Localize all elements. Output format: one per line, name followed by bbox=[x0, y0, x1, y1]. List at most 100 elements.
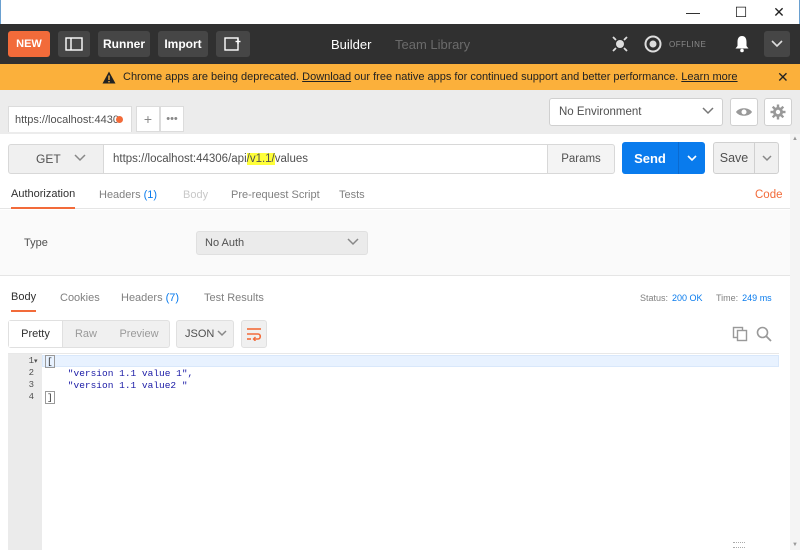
more-tabs-button[interactable]: ••• bbox=[160, 106, 184, 132]
more-icon: ••• bbox=[166, 113, 178, 125]
view-preview-button[interactable]: Preview bbox=[109, 321, 169, 347]
time-label: Time: bbox=[716, 293, 739, 303]
settings-menu-button[interactable] bbox=[764, 31, 790, 57]
runner-button[interactable]: Runner bbox=[98, 31, 150, 57]
tab-pre-request-script-label: Pre-request Script bbox=[231, 189, 320, 201]
line-number: 2 bbox=[28, 368, 34, 378]
notifications-button[interactable] bbox=[729, 31, 755, 57]
tab-team-library[interactable]: Team Library bbox=[395, 24, 470, 64]
learn-more-link[interactable]: Learn more bbox=[681, 71, 737, 83]
line-number: 3 bbox=[28, 380, 34, 390]
tab-tests-label: Tests bbox=[339, 189, 365, 201]
code-line: "version 1.1 value 1", bbox=[45, 368, 194, 379]
new-button-label: NEW bbox=[16, 38, 42, 50]
maximize-button[interactable]: ☐ bbox=[723, 0, 759, 24]
gear-icon bbox=[770, 104, 786, 120]
tab-response-headers-label: Headers bbox=[121, 292, 163, 304]
manage-environments-button[interactable] bbox=[764, 98, 792, 126]
copy-response-button[interactable] bbox=[730, 324, 750, 344]
response-time: Time: 249 ms bbox=[716, 284, 772, 312]
time-value: 249 ms bbox=[742, 293, 772, 303]
close-icon: ✕ bbox=[777, 69, 789, 85]
scroll-up-icon[interactable]: ▲ bbox=[792, 136, 798, 142]
import-button[interactable]: Import bbox=[158, 31, 208, 57]
sync-icon bbox=[644, 35, 662, 53]
sidebar-toggle-button[interactable] bbox=[58, 31, 90, 57]
add-tab-button[interactable]: + bbox=[136, 106, 160, 132]
tab-authorization-label: Authorization bbox=[11, 188, 76, 200]
save-button[interactable]: Save bbox=[713, 142, 755, 174]
url-version-highlight: /v1.1/ bbox=[246, 153, 275, 165]
view-pretty-button[interactable]: Pretty bbox=[9, 321, 63, 347]
runner-button-label: Runner bbox=[103, 37, 145, 51]
format-select[interactable]: JSON bbox=[176, 320, 234, 348]
fold-toggle-icon[interactable]: ▾ bbox=[34, 357, 38, 365]
chevron-down-icon bbox=[347, 238, 359, 246]
environment-quick-look-button[interactable] bbox=[730, 98, 758, 126]
tab-pre-request-script[interactable]: Pre-request Script bbox=[231, 181, 320, 209]
search-icon bbox=[756, 326, 772, 342]
offline-status: OFFLINE bbox=[669, 24, 706, 64]
chevron-down-icon bbox=[771, 40, 783, 48]
request-section-tabs: Authorization Headers (1) Body Pre-reques… bbox=[0, 181, 790, 209]
params-button[interactable]: Params bbox=[547, 144, 615, 174]
app-header: NEW Runner Import Builder Team Library O… bbox=[0, 24, 800, 64]
view-raw-button[interactable]: Raw bbox=[63, 321, 109, 347]
tab-test-results[interactable]: Test Results bbox=[204, 284, 264, 312]
request-builder: GET https://localhost:44306/api/v1.1/val… bbox=[0, 134, 800, 550]
maximize-icon: ☐ bbox=[734, 3, 748, 20]
sync-button[interactable] bbox=[640, 31, 666, 57]
tab-builder-label: Builder bbox=[331, 36, 372, 52]
new-button[interactable]: NEW bbox=[8, 31, 50, 57]
tab-authorization[interactable]: Authorization bbox=[11, 181, 76, 209]
response-body-editor[interactable]: 1 ▾ 2 3 4 [ "version 1.1 value 1", "vers… bbox=[8, 353, 779, 550]
window-titlebar: — ☐ ✕ bbox=[0, 0, 800, 24]
banner-text-start: Chrome apps are being deprecated. bbox=[123, 71, 303, 83]
banner-close-button[interactable]: ✕ bbox=[777, 69, 789, 86]
tab-response-body[interactable]: Body bbox=[11, 284, 37, 312]
interceptor-button[interactable] bbox=[607, 31, 633, 57]
auth-type-select[interactable]: No Auth bbox=[196, 231, 368, 255]
banner-message: Chrome apps are being deprecated. Downlo… bbox=[123, 71, 738, 83]
tab-builder[interactable]: Builder bbox=[331, 24, 371, 64]
code-line: [ bbox=[45, 355, 55, 368]
view-mode-group: Pretty Raw Preview bbox=[8, 320, 170, 348]
environment-select[interactable]: No Environment bbox=[549, 98, 723, 126]
tab-body[interactable]: Body bbox=[183, 181, 208, 209]
environment-select-value: No Environment bbox=[559, 106, 642, 118]
tab-cookies[interactable]: Cookies bbox=[60, 284, 100, 312]
headers-count: (1) bbox=[143, 189, 158, 201]
auth-type-label: Type bbox=[24, 237, 48, 249]
send-button[interactable]: Send bbox=[622, 142, 678, 174]
search-response-button[interactable] bbox=[754, 324, 774, 344]
tab-response-headers[interactable]: Headers (7) bbox=[121, 284, 179, 312]
deprecation-banner: Chrome apps are being deprecated. Downlo… bbox=[0, 64, 800, 90]
params-label: Params bbox=[561, 153, 601, 165]
vertical-scrollbar[interactable]: ▲ ▼ bbox=[790, 134, 800, 550]
view-preview-label: Preview bbox=[119, 328, 159, 340]
wrap-lines-button[interactable] bbox=[241, 320, 267, 348]
interceptor-icon bbox=[612, 36, 628, 52]
minimize-button[interactable]: — bbox=[675, 0, 711, 24]
eye-icon bbox=[736, 108, 752, 116]
method-select[interactable]: GET bbox=[8, 144, 104, 174]
download-link[interactable]: Download bbox=[302, 71, 351, 83]
url-input[interactable]: https://localhost:44306/api/v1.1/values bbox=[104, 144, 548, 174]
tab-cookies-label: Cookies bbox=[60, 292, 100, 304]
chevron-down-icon bbox=[74, 154, 86, 162]
pane-resize-handle[interactable] bbox=[733, 542, 745, 548]
close-window-button[interactable]: ✕ bbox=[761, 0, 797, 24]
save-options-button[interactable] bbox=[754, 142, 779, 174]
tab-headers[interactable]: Headers (1) bbox=[99, 181, 157, 209]
send-options-button[interactable] bbox=[678, 142, 705, 174]
scroll-down-icon[interactable]: ▼ bbox=[792, 542, 798, 548]
auth-type-value: No Auth bbox=[205, 237, 245, 249]
tab-tests[interactable]: Tests bbox=[339, 181, 365, 209]
new-window-button[interactable] bbox=[216, 31, 250, 57]
response-status: Status: 200 OK bbox=[640, 284, 703, 312]
method-value: GET bbox=[36, 152, 61, 166]
code-line: ] bbox=[45, 391, 55, 404]
code-link[interactable]: Code bbox=[755, 181, 783, 209]
request-tab[interactable]: https://localhost:4430 bbox=[8, 106, 132, 132]
code-link-label: Code bbox=[755, 189, 783, 201]
